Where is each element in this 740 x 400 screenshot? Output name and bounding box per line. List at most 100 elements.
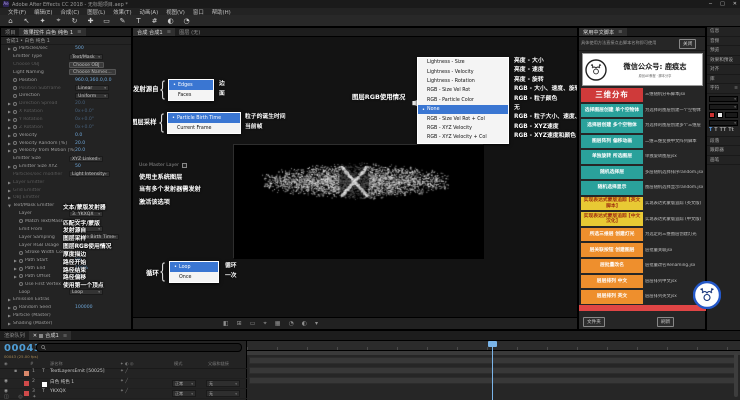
timeline-scrollbar[interactable] <box>734 353 738 397</box>
effect-row-26[interactable]: Stroke Width Control厚度描边 <box>1 249 131 257</box>
stroke-color-swatch[interactable] <box>717 112 723 118</box>
orbit-camera-tool-icon[interactable]: ↻ <box>70 17 79 25</box>
effect-row-29[interactable]: ▶ Path Offset0.0路径偏移 <box>1 272 131 280</box>
panel-menu-icon[interactable]: ≡ <box>618 29 622 35</box>
brush-tool-icon[interactable]: # <box>150 17 159 25</box>
tab-script-panel[interactable]: 常用中文脚本 ≡ <box>579 28 627 36</box>
stopwatch-icon[interactable] <box>13 306 17 310</box>
tab-comp-timeline[interactable]: ✕ 合成1 ≡ <box>29 331 71 340</box>
layer-switches[interactable]: ✦ ╱ <box>120 389 128 394</box>
effect-row-1[interactable]: Emitter TypeText/Mask▾ <box>1 53 131 61</box>
tab-close-icon[interactable]: ✕ <box>33 333 37 339</box>
blend-mode-dropdown[interactable]: 正常▾ <box>172 390 196 397</box>
tracking-stepper[interactable]: ▾ <box>709 120 738 126</box>
property-dropdown[interactable]: Text/Mask▾ <box>69 54 103 60</box>
stopwatch-icon[interactable] <box>19 267 23 271</box>
clone-stamp-tool-icon[interactable]: ◐ <box>166 17 175 25</box>
script-button[interactable]: 层关联按钮 创建图层 <box>581 243 643 257</box>
menu-option[interactable]: Lightness - Size <box>418 58 508 67</box>
effect-row-30[interactable]: Use First Vertex使用第一个顶点 <box>1 280 131 288</box>
stopwatch-icon[interactable] <box>19 282 23 286</box>
mask-visibility-icon[interactable]: ▭ <box>250 320 256 327</box>
script-button[interactable]: 所选三维层 创建灯光 <box>581 228 643 242</box>
stopwatch-icon[interactable] <box>13 165 17 169</box>
property-value[interactable]: 20.0 <box>75 141 85 146</box>
property-button[interactable]: Choose Names... <box>69 69 116 75</box>
resolution-icon[interactable]: ▾ <box>315 320 318 327</box>
script-button[interactable]: 实现表达式蒙版追踪 [中文汉化] <box>581 212 643 226</box>
effect-row-25[interactable]: Layer RGB UsageNone▾图层RGB使用情况 <box>1 241 131 249</box>
effect-row-22[interactable]: Match Text/Mask匹配文字/蒙版 <box>1 218 131 226</box>
effect-row-6[interactable]: DirectionUniform▾ <box>1 92 131 100</box>
property-dropdown[interactable]: Loop▾ <box>69 289 103 295</box>
open-folder-button[interactable]: 文件夹 <box>583 317 605 327</box>
property-value[interactable]: 50 <box>75 164 81 169</box>
choose-grid-icon[interactable]: ⊞ <box>237 320 242 327</box>
effect-row-10[interactable]: ▶ Z Rotation0x+0.0° <box>1 123 131 131</box>
effect-row-18[interactable]: ▶ Grid Emitter <box>1 186 131 194</box>
timeline-bottom-toggles[interactable]: ◫ ◎ ✦ <box>4 394 40 400</box>
script-button[interactable]: 单独旋转 所选图层 <box>581 150 643 164</box>
snapshot-icon[interactable]: ◔ <box>288 320 293 327</box>
stopwatch-icon[interactable] <box>13 78 17 82</box>
menu-option[interactable]: RGB - Size Vel Rot <box>418 86 508 95</box>
use-master-layer-checkbox[interactable] <box>182 163 187 168</box>
layer-name[interactable]: 白色 纯色 1 <box>50 379 74 385</box>
mask-shape-tool-icon[interactable]: ▭ <box>102 17 111 25</box>
effect-row-4[interactable]: Position960.0,360.0,0.0 <box>1 76 131 84</box>
timeline-search-input[interactable] <box>36 343 242 352</box>
script-button[interactable]: 层层排列 中文 <box>581 275 643 289</box>
property-value[interactable]: 20.0 <box>75 101 85 106</box>
type-tool-icon[interactable]: T <box>134 17 143 25</box>
transparency-grid-icon[interactable]: ▦ <box>275 320 281 327</box>
property-dropdown[interactable]: XYZ Linked▾ <box>69 156 103 162</box>
stopwatch-icon[interactable] <box>13 149 17 153</box>
stopwatch-icon[interactable] <box>13 141 17 145</box>
effect-row-2[interactable]: Choose OBJChoose OBJ <box>1 61 131 69</box>
effect-row-35[interactable]: ▶ Shading (Master) <box>1 320 131 328</box>
panel-tab-1[interactable]: 音频 <box>707 37 740 47</box>
panel-menu-icon[interactable]: ≡ <box>63 333 67 339</box>
region-of-interest-icon[interactable]: ⌖ <box>263 320 266 328</box>
property-value[interactable]: 0x+0.0° <box>75 117 94 122</box>
panel-menu-icon[interactable]: ≡ <box>77 29 81 35</box>
effect-row-19[interactable]: ▶ OBJ Emitter <box>1 194 131 202</box>
home-icon[interactable]: ⌂ <box>6 17 15 25</box>
hand-tool-icon[interactable]: ✦ <box>38 17 47 25</box>
pen-tool-icon[interactable]: ✎ <box>118 17 127 25</box>
effect-row-9[interactable]: ▶ Y Rotation0x+0.0° <box>1 116 131 124</box>
panel-tab-5[interactable]: 库 <box>707 75 740 85</box>
stopwatch-icon[interactable] <box>19 274 23 278</box>
effect-row-15[interactable]: ▶ Emitter Size XYZ50 <box>1 163 131 171</box>
parent-dropdown[interactable]: 无▾ <box>206 380 240 387</box>
script-button[interactable]: 随机选择显示 <box>581 181 643 195</box>
effect-row-31[interactable]: LoopLoop▾ <box>1 288 131 296</box>
menu-option[interactable]: Once <box>170 272 218 282</box>
show-channel-icon[interactable]: ◐ <box>302 320 307 327</box>
script-button[interactable]: 随机选择层 <box>581 166 643 180</box>
pan-behind-tool-icon[interactable]: ✚ <box>86 17 95 25</box>
magnification-icon[interactable]: ◧ <box>223 320 229 327</box>
tab-project[interactable]: 项目 <box>1 28 19 36</box>
effect-row-14[interactable]: Emitter SizeXYZ Linked▾ <box>1 155 131 163</box>
panel-tab-character[interactable]: 字符≡ <box>707 84 740 94</box>
effect-row-24[interactable]: Layer SamplingParticle Birth Time▾图层采样 <box>1 233 131 241</box>
layer-switches[interactable]: ✦ ╱ <box>120 379 128 384</box>
timeline-layer-1[interactable]: ▪ 1 T TextLayersEmit [50025] ✦ ╱ <box>0 369 247 379</box>
property-value[interactable]: 100000 <box>75 305 93 310</box>
menu-option[interactable]: Lightness - Velocity <box>418 67 508 76</box>
panel-tab-4[interactable]: 对齐 <box>707 65 740 75</box>
tab-render-queue[interactable]: 渲染队列 <box>0 331 29 340</box>
panel-tab-bottom-1[interactable]: 跟踪器 <box>707 146 740 156</box>
effect-row-3[interactable]: Light NamingChoose Names... <box>1 69 131 77</box>
property-dropdown[interactable]: Light Intensity▾ <box>69 171 110 177</box>
panel-tab-3[interactable]: 效果和预设 <box>707 56 740 66</box>
effect-row-34[interactable]: ▶ Particle (Master) <box>1 312 131 320</box>
menu-option[interactable]: •Loop <box>170 262 218 272</box>
menu-option[interactable]: RGB - Size Vel Rot + Col <box>418 114 508 123</box>
notice-close-button[interactable]: 关闭 <box>679 39 696 49</box>
property-value[interactable]: 500 <box>75 46 84 51</box>
panel-tab-0[interactable]: 信息 <box>707 27 740 37</box>
menu-option[interactable]: •Particle Birth Time <box>168 113 240 123</box>
stopwatch-icon[interactable] <box>13 133 17 137</box>
